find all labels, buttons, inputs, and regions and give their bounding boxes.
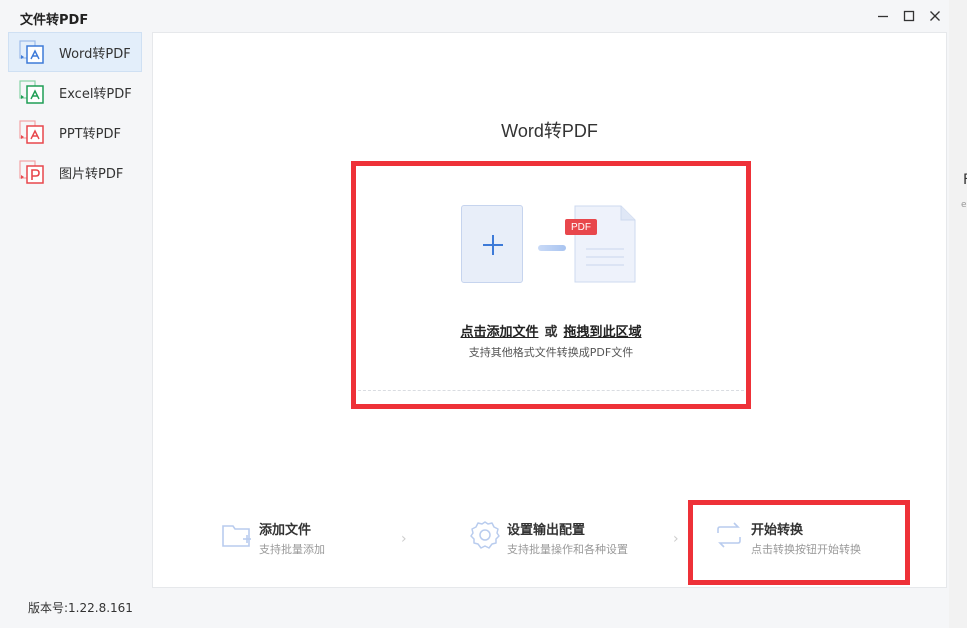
- step-title: 添加文件: [259, 523, 312, 538]
- background-window-subtext: e: [961, 200, 967, 210]
- step-title: 开始转换: [751, 523, 804, 538]
- word-pdf-icon: [19, 40, 44, 64]
- sidebar-item-ppt-pdf[interactable]: PPT转PDF: [8, 112, 142, 152]
- step-desc: 点击转换按钮开始转换: [751, 543, 861, 556]
- minimize-button[interactable]: [872, 6, 894, 26]
- sidebar-item-excel-pdf[interactable]: Excel转PDF: [8, 72, 142, 112]
- close-icon: [930, 11, 940, 21]
- minimize-icon: [878, 15, 888, 18]
- close-button[interactable]: [924, 6, 946, 26]
- pdf-badge: PDF: [565, 219, 597, 235]
- drag-here-link[interactable]: 拖拽到此区域: [564, 325, 642, 340]
- image-pdf-icon: [19, 160, 44, 184]
- converter-window: 文件转PDF Word转PDF Excel转PDF PPT转PDF 图片转PDF…: [0, 0, 949, 628]
- pdf-document-icon: [574, 205, 636, 283]
- sidebar-item-label: Word转PDF: [59, 46, 131, 62]
- sidebar-item-label: PPT转PDF: [59, 126, 121, 142]
- add-file-card[interactable]: [461, 205, 523, 283]
- add-files-link[interactable]: 点击添加文件: [460, 325, 538, 340]
- chevron-right-icon: ›: [673, 531, 679, 547]
- sidebar-item-word-pdf[interactable]: Word转PDF: [8, 32, 142, 72]
- background-window: F e: [949, 0, 967, 628]
- convert-icon: [717, 522, 741, 548]
- background-window-text: F: [963, 172, 967, 188]
- sidebar-item-image-pdf[interactable]: 图片转PDF: [8, 152, 142, 192]
- chevron-right-icon: ›: [401, 531, 407, 547]
- excel-pdf-icon: [19, 80, 44, 104]
- step-output-settings: 设置输出配置 支持批量操作和各种设置: [469, 513, 669, 563]
- sidebar: Word转PDF Excel转PDF PPT转PDF 图片转PDF: [8, 32, 142, 192]
- gear-icon: [470, 521, 500, 549]
- maximize-button[interactable]: [898, 6, 920, 26]
- step-title: 设置输出配置: [507, 523, 586, 538]
- maximize-icon: [903, 10, 915, 22]
- ppt-pdf-icon: [19, 120, 44, 144]
- sidebar-item-label: Excel转PDF: [59, 86, 132, 102]
- sidebar-item-label: 图片转PDF: [59, 166, 124, 182]
- window-title: 文件转PDF: [20, 13, 89, 28]
- or-text: 或: [544, 325, 558, 340]
- file-dropzone[interactable]: PDF 点击添加文件或拖拽到此区域 支持其他格式文件转换成PDF文件: [358, 169, 744, 391]
- main-panel: Word转PDF PDF 点击添加文件或拖拽到此区域 支持其他格式文件转换成PD…: [152, 32, 947, 588]
- step-desc: 支持批量操作和各种设置: [507, 543, 628, 556]
- start-convert-button[interactable]: 开始转换 点击转换按钮开始转换: [713, 513, 893, 563]
- title-bar: 文件转PDF: [0, 0, 949, 32]
- version-label: 版本号:1.22.8.161: [28, 601, 133, 615]
- folder-add-icon: [222, 525, 251, 547]
- step-add-files: 添加文件 支持批量添加: [221, 513, 381, 563]
- arrow-icon: [538, 245, 566, 251]
- dropzone-instruction: 点击添加文件或拖拽到此区域: [358, 321, 744, 340]
- dropzone-hint: 支持其他格式文件转换成PDF文件: [468, 346, 634, 359]
- page-title: Word转PDF: [501, 121, 598, 141]
- step-desc: 支持批量添加: [259, 543, 325, 556]
